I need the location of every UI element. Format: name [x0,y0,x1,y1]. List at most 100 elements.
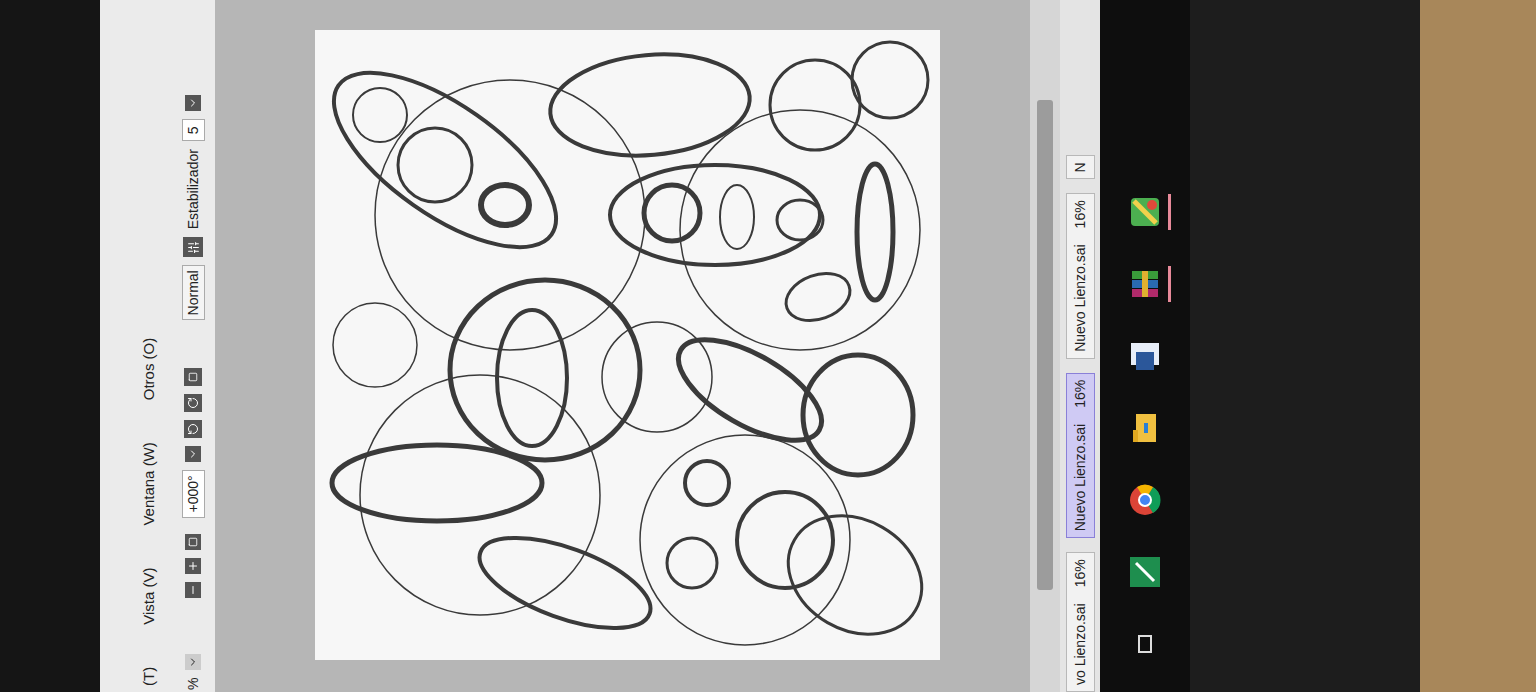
menu-bar: (T) Vista (V) Ventana (W) Otros (O) [136,0,162,692]
scrollbar-track [1030,0,1060,692]
stroke-ellipse [779,265,856,329]
zoom-reset-button[interactable] [185,534,201,550]
taskbar-app[interactable] [1120,194,1171,230]
zoom-out-button[interactable] [185,582,201,598]
stroke-ellipse [333,303,417,387]
blend-mode[interactable]: Normal [182,265,205,320]
zoom-in-button[interactable] [185,558,201,574]
bezel-bottom [1190,0,1420,692]
sai-icon[interactable] [1128,195,1162,229]
running-indicator [1168,266,1171,302]
document-tab[interactable]: N [1066,155,1095,179]
rotate-left-button[interactable] [184,420,202,438]
taskbar-app[interactable] [1120,482,1171,518]
running-indicator [1168,194,1171,230]
document-tab[interactable]: Nuevo Lienzo.sai 16% [1066,373,1095,538]
canvas[interactable] [315,30,940,660]
rotate-reset-button[interactable] [184,368,202,386]
stroke-ellipse [644,185,700,241]
stroke-ellipse [610,165,820,265]
task-view-icon[interactable] [1130,629,1160,659]
stroke-ellipse [767,492,940,657]
chevron-icon [187,448,199,460]
menu-item[interactable]: Vista (V) [138,568,161,625]
folder-icon[interactable] [1128,411,1162,445]
running-indicator [1168,482,1171,518]
stroke-ellipse [777,200,823,240]
rotate-left-icon [187,423,199,435]
tab-label: N [1070,162,1091,172]
scrollbar-thumb[interactable] [1037,100,1053,590]
stroke-ellipse [546,46,754,163]
running-indicator [1168,410,1171,446]
angle-field[interactable]: +000° [182,470,205,517]
stroke-ellipse [663,320,837,461]
rotated-monitor: (T) Vista (V) Ventana (W) Otros (O)% +000° No… [0,0,1536,692]
taskbar-app[interactable] [1120,266,1171,302]
stroke-ellipse [720,185,754,249]
square-icon [188,372,198,382]
menu-item[interactable]: (T) [138,667,161,686]
minus-icon [187,584,199,596]
running-indicator [1166,626,1169,662]
bezel-top [0,0,100,692]
stroke-ellipse [737,492,833,588]
winrar-icon[interactable] [1128,267,1162,301]
zoom-dropdown[interactable] [185,654,201,670]
menu-item[interactable]: Otros (O) [138,338,161,401]
stroke-ellipse [680,110,920,350]
stroke-ellipse [685,461,729,505]
stabilizer-dropdown[interactable] [185,95,201,111]
running-indicator [1168,338,1171,374]
plus-icon [187,560,199,572]
stroke-ellipse [640,435,850,645]
word-icon[interactable] [1128,339,1162,373]
angle-dropdown[interactable] [185,446,201,462]
stroke-ellipse [770,60,860,150]
stabilizer-label: Estabilizador [183,149,204,229]
stroke-ellipse [468,519,661,646]
tab-label: vo Lienzo.sai [1070,603,1091,685]
screen-photo: (T) Vista (V) Ventana (W) Otros (O)% +000° No… [0,0,1536,692]
toolbar: % +000° Normal Estabilizador 5 [178,0,208,692]
tab-zoom: 16% [1070,380,1091,408]
taskbar-app[interactable] [1120,410,1171,446]
zoom-field[interactable]: % [183,678,204,690]
drawing [315,30,940,660]
stroke-ellipse [481,185,529,225]
tab-label: Nuevo Lienzo.sai [1070,244,1091,351]
stabilizer-button[interactable] [183,237,203,257]
running-indicator [1168,554,1171,590]
taskbar-app[interactable] [1120,338,1171,374]
stroke-ellipse [375,80,645,350]
taskbar-app[interactable] [1122,626,1169,662]
tab-zoom: 16% [1070,200,1091,228]
stroke-ellipse [857,164,893,300]
stroke-ellipse [332,445,542,521]
chevron-icon [187,97,199,109]
rotate-right-icon [187,397,199,409]
desk-surface [1420,0,1536,692]
stroke-ellipse [667,538,717,588]
rotate-right-button[interactable] [184,394,202,412]
document-tab[interactable]: Nuevo Lienzo.sai 16% [1066,193,1095,358]
square-icon [188,537,198,547]
menu-item[interactable]: Ventana (W) [138,442,161,525]
document-tab[interactable]: vo Lienzo.sai 16% [1066,552,1095,692]
chrome-icon[interactable] [1128,483,1162,517]
app-icon[interactable] [1128,555,1162,589]
canvas-area [215,0,1030,692]
stroke-ellipse [398,128,472,202]
taskbar-app[interactable] [1120,554,1171,590]
stabilizer-value[interactable]: 5 [182,119,205,141]
tab-zoom: 16% [1070,559,1091,587]
stroke-ellipse [803,355,913,475]
taskbar [1100,0,1190,692]
stroke-ellipse [315,40,583,279]
tab-label: Nuevo Lienzo.sai [1070,424,1091,531]
stroke-ellipse [353,88,407,142]
stroke-ellipse [450,280,640,460]
stroke-ellipse [852,42,928,118]
tab-strip: vo Lienzo.sai16%Nuevo Lienzo.sai16%Nuevo… [1060,0,1100,692]
chevron-icon [187,656,199,668]
